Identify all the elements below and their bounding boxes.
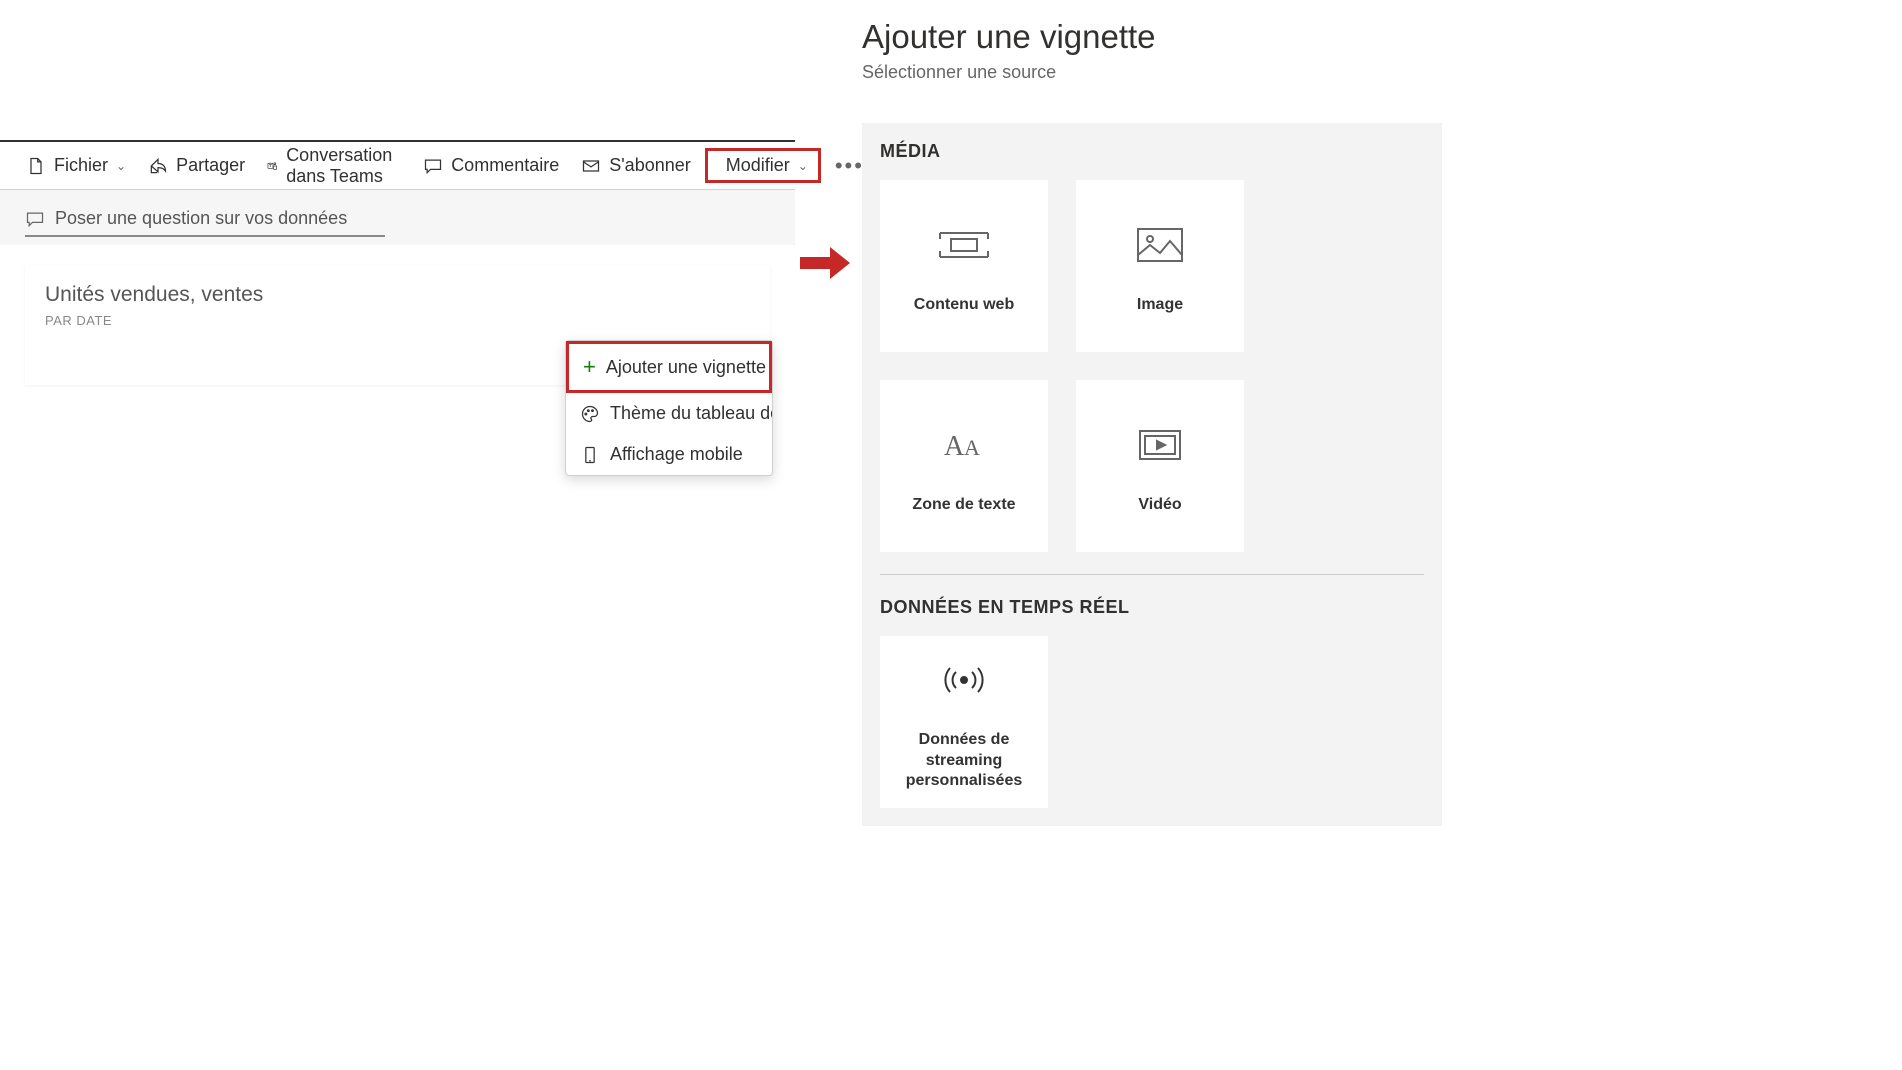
chevron-down-icon: ⌄: [116, 159, 126, 173]
video-icon: [1132, 417, 1188, 473]
menu-theme-label: Thème du tableau de..: [610, 403, 772, 424]
subscribe-label: S'abonner: [609, 155, 691, 176]
tile-streaming-data[interactable]: Données de streaming personnalisées: [880, 636, 1048, 808]
mobile-icon: [580, 445, 600, 465]
chevron-down-icon: ⌄: [798, 159, 808, 173]
question-bar: Poser une question sur vos données: [0, 190, 795, 245]
add-tile-panel: Ajouter une vignette Sélectionner une so…: [862, 18, 1442, 826]
web-content-icon: [936, 217, 992, 273]
file-menu[interactable]: Fichier ⌄: [18, 149, 134, 182]
tile-image-label: Image: [1127, 295, 1193, 316]
subscribe-button[interactable]: S'abonner: [573, 149, 699, 182]
tile-web-content[interactable]: Contenu web: [880, 180, 1048, 352]
text-icon: AA: [936, 417, 992, 473]
menu-theme[interactable]: Thème du tableau de..: [566, 393, 772, 434]
menu-mobile[interactable]: Affichage mobile: [566, 434, 772, 475]
card-title: Unités vendues, ventes: [45, 283, 750, 307]
toolbar: Fichier ⌄ Partager Conversation dans Tea…: [0, 140, 795, 190]
teams-button[interactable]: Conversation dans Teams: [259, 139, 409, 193]
svg-text:A: A: [964, 435, 980, 460]
file-label: Fichier: [54, 155, 108, 176]
share-icon: [148, 156, 168, 176]
menu-add-tile-label: Ajouter une vignette: [606, 357, 766, 378]
tile-streaming-label: Données de streaming personnalisées: [880, 730, 1048, 792]
arrow-icon: [800, 245, 850, 281]
comment-icon: [423, 156, 443, 176]
streaming-icon: [936, 652, 992, 708]
card-subtitle: PAR DATE: [45, 313, 750, 328]
image-icon: [1132, 217, 1188, 273]
palette-icon: [580, 404, 600, 424]
media-header: MÉDIA: [880, 141, 1424, 162]
modify-label: Modifier: [726, 155, 790, 176]
media-section: MÉDIA Contenu web Image AA Zone de texte: [862, 123, 1442, 826]
teams-label: Conversation dans Teams: [286, 145, 401, 187]
modify-dropdown: + Ajouter une vignette Thème du tableau …: [565, 340, 773, 476]
annotation-arrow: [800, 245, 850, 286]
teams-icon: [267, 156, 278, 176]
menu-mobile-label: Affichage mobile: [610, 444, 743, 465]
tile-video[interactable]: Vidéo: [1076, 380, 1244, 552]
share-button[interactable]: Partager: [140, 149, 253, 182]
panel-subtitle: Sélectionner une source: [862, 62, 1442, 83]
comment-icon: [25, 209, 45, 229]
mail-icon: [581, 156, 601, 176]
divider: [880, 574, 1424, 575]
comment-label: Commentaire: [451, 155, 559, 176]
question-placeholder: Poser une question sur vos données: [55, 208, 347, 229]
tile-video-label: Vidéo: [1128, 495, 1191, 516]
share-label: Partager: [176, 155, 245, 176]
file-icon: [26, 156, 46, 176]
tile-image[interactable]: Image: [1076, 180, 1244, 352]
tile-text-label: Zone de texte: [902, 495, 1025, 516]
comment-button[interactable]: Commentaire: [415, 149, 567, 182]
panel-title: Ajouter une vignette: [862, 18, 1442, 56]
tile-text-zone[interactable]: AA Zone de texte: [880, 380, 1048, 552]
tile-web-label: Contenu web: [904, 295, 1024, 316]
svg-text:A: A: [944, 431, 965, 462]
plus-icon: +: [583, 354, 596, 380]
menu-add-tile[interactable]: + Ajouter une vignette: [566, 341, 772, 393]
modify-button[interactable]: Modifier ⌄: [705, 148, 821, 183]
realtime-header: DONNÉES EN TEMPS RÉEL: [880, 597, 1424, 618]
question-input[interactable]: Poser une question sur vos données: [25, 208, 385, 237]
